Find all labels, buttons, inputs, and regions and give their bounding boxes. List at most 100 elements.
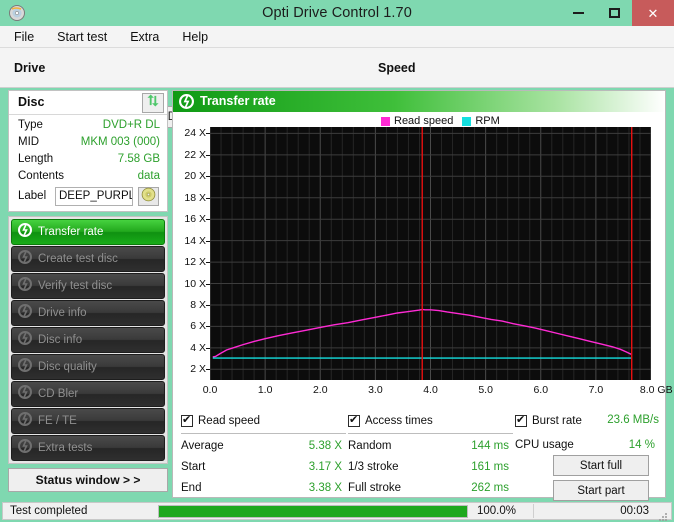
x-axis-tick-label: 1.0 — [257, 384, 273, 396]
x-axis-tick-label: 4.0 — [423, 384, 438, 396]
maximize-button[interactable] — [596, 0, 632, 26]
disc-contents-label: Contents — [18, 170, 65, 182]
read-speed-title: Read speed — [198, 415, 261, 427]
sidebar-item-label: Disc quality — [38, 361, 97, 373]
speed-label: Speed — [378, 61, 416, 75]
status-window-button[interactable]: Status window > > — [8, 468, 168, 492]
read-speed-checkbox[interactable] — [181, 413, 193, 427]
divider — [181, 433, 346, 434]
sidebar-item-cd-bler[interactable]: CD Bler — [11, 381, 165, 407]
progress-bar-fill — [159, 505, 467, 517]
disc-length-label: Length — [18, 153, 54, 165]
y-axis-tick-mark — [206, 262, 210, 264]
main-panel: Transfer rate Read speed RPM 2 X4 X6 X8 … — [172, 90, 673, 501]
disc-test-icon — [12, 438, 38, 458]
third-stroke-label: 1/3 stroke — [348, 461, 399, 473]
full-stroke-value: 262 ms — [471, 482, 509, 494]
disc-test-icon — [12, 357, 38, 377]
end-label: End — [181, 482, 202, 494]
menu-bar: File Start test Extra Help — [0, 26, 674, 48]
sidebar-item-drive-info[interactable]: Drive info — [11, 300, 165, 326]
sidebar-item-fe-te[interactable]: FE / TE — [11, 408, 165, 434]
menu-item-file[interactable]: File — [12, 29, 36, 45]
result-row-random: Random 144 ms — [348, 438, 513, 459]
disc-label-button[interactable] — [138, 187, 159, 206]
chart-title: Transfer rate — [200, 94, 276, 108]
progress-percent-label: 100.0% — [477, 505, 517, 517]
disc-row-contents: Contents data — [18, 170, 160, 186]
results-panel: Read speed Average 5.38 X Start 3.17 X E… — [173, 409, 665, 501]
y-axis-tick-mark — [206, 240, 210, 242]
y-axis-tick-mark — [206, 176, 210, 178]
disc-refresh-button[interactable] — [142, 93, 164, 113]
burst-rate-header: Burst rate 23.6 MB/s — [515, 411, 659, 431]
menu-item-start-test[interactable]: Start test — [55, 29, 109, 45]
x-axis-tick-label: 3.0 — [368, 384, 383, 396]
sidebar-item-disc-info[interactable]: Disc info — [11, 327, 165, 353]
random-label: Random — [348, 440, 392, 452]
close-button[interactable]: ✕ — [632, 0, 674, 26]
close-icon: ✕ — [647, 5, 659, 21]
average-value: 5.38 X — [308, 440, 342, 452]
access-times-header: Access times — [348, 411, 513, 431]
y-axis-tick-mark — [206, 219, 210, 221]
disc-test-icon — [12, 249, 38, 269]
burst-rate-checkbox[interactable] — [515, 413, 527, 427]
disc-panel-header: Disc — [9, 91, 167, 115]
sidebar-item-create-test-disc[interactable]: Create test disc — [11, 246, 165, 272]
sidebar-item-verify-test-disc[interactable]: Verify test disc — [11, 273, 165, 299]
sidebar-item-disc-quality[interactable]: Disc quality — [11, 354, 165, 380]
access-times-checkbox[interactable] — [348, 413, 360, 427]
y-axis-tick-label: 22 X — [184, 148, 206, 161]
elapsed-time: 00:03 — [620, 505, 649, 517]
disc-label-row: Label DEEP_PURPLE_ — [18, 187, 160, 207]
sidebar-item-extra-tests[interactable]: Extra tests — [11, 435, 165, 461]
result-row-full-stroke: Full stroke 262 ms — [348, 480, 513, 501]
start-label: Start — [181, 461, 206, 473]
minimize-button[interactable] — [560, 0, 596, 26]
y-axis-tick-label: 10 X — [184, 277, 206, 290]
cpu-usage-label: CPU usage — [515, 439, 574, 451]
burst-rate-value: 23.6 MB/s — [607, 414, 659, 426]
y-axis-tick-mark — [206, 304, 210, 306]
y-axis-tick-label: 2 X — [190, 363, 206, 376]
status-text: Test completed — [10, 505, 88, 517]
chart-header: Transfer rate — [173, 91, 665, 112]
menu-item-extra[interactable]: Extra — [128, 29, 161, 45]
x-axis-tick-label: 7.0 — [588, 384, 604, 396]
drive-toolbar: Drive (J:) PIONEER DVD-RW DVR-109 1.58 ▼ — [0, 48, 674, 128]
disc-contents-value: data — [137, 170, 160, 182]
menu-item-help[interactable]: Help — [180, 29, 210, 45]
disc-test-icon — [12, 411, 38, 431]
results-access-times: Access times Random 144 ms 1/3 stroke 16… — [348, 411, 513, 501]
results-read-speed: Read speed Average 5.38 X Start 3.17 X E… — [181, 411, 346, 501]
disc-row-length: Length 7.58 GB — [18, 153, 160, 169]
disc-icon — [141, 187, 156, 207]
random-value: 144 ms — [471, 440, 509, 452]
start-part-button[interactable]: Start part — [553, 480, 649, 501]
disc-test-icon — [12, 303, 38, 323]
disc-row-type: Type DVD+R DL — [18, 119, 160, 135]
sidebar-item-transfer-rate[interactable]: Transfer rate — [11, 219, 165, 245]
disc-mid-label: MID — [18, 136, 40, 148]
resize-grip[interactable] — [658, 509, 668, 521]
x-axis-tick-label: 8.0 GB — [639, 384, 673, 396]
disc-test-icon — [12, 222, 38, 242]
disc-label-input[interactable]: DEEP_PURPLE_ — [55, 187, 133, 206]
results-burst-rate: Burst rate 23.6 MB/s CPU usage 14 % Star… — [515, 411, 659, 501]
sidebar-item-label: FE / TE — [38, 415, 77, 427]
cpu-usage-value: 14 % — [628, 439, 655, 451]
y-axis-tick-label: 12 X — [184, 256, 206, 269]
test-navigation: Transfer rate Create test disc Verify te… — [8, 216, 168, 464]
y-axis-tick-mark — [206, 283, 210, 285]
start-full-button[interactable]: Start full — [553, 455, 649, 476]
y-axis-tick-label: 24 X — [184, 127, 206, 140]
y-axis-tick-label: 4 X — [190, 341, 206, 354]
third-stroke-value: 161 ms — [471, 461, 509, 473]
progress-bar-track — [158, 504, 468, 518]
sidebar-item-label: Create test disc — [38, 253, 118, 265]
average-label: Average — [181, 440, 224, 452]
left-column: Disc Type DVD+R DL MID MKM 003 (000) Len… — [8, 90, 168, 498]
refresh-icon — [146, 94, 160, 112]
sidebar-item-label: Extra tests — [38, 442, 93, 454]
